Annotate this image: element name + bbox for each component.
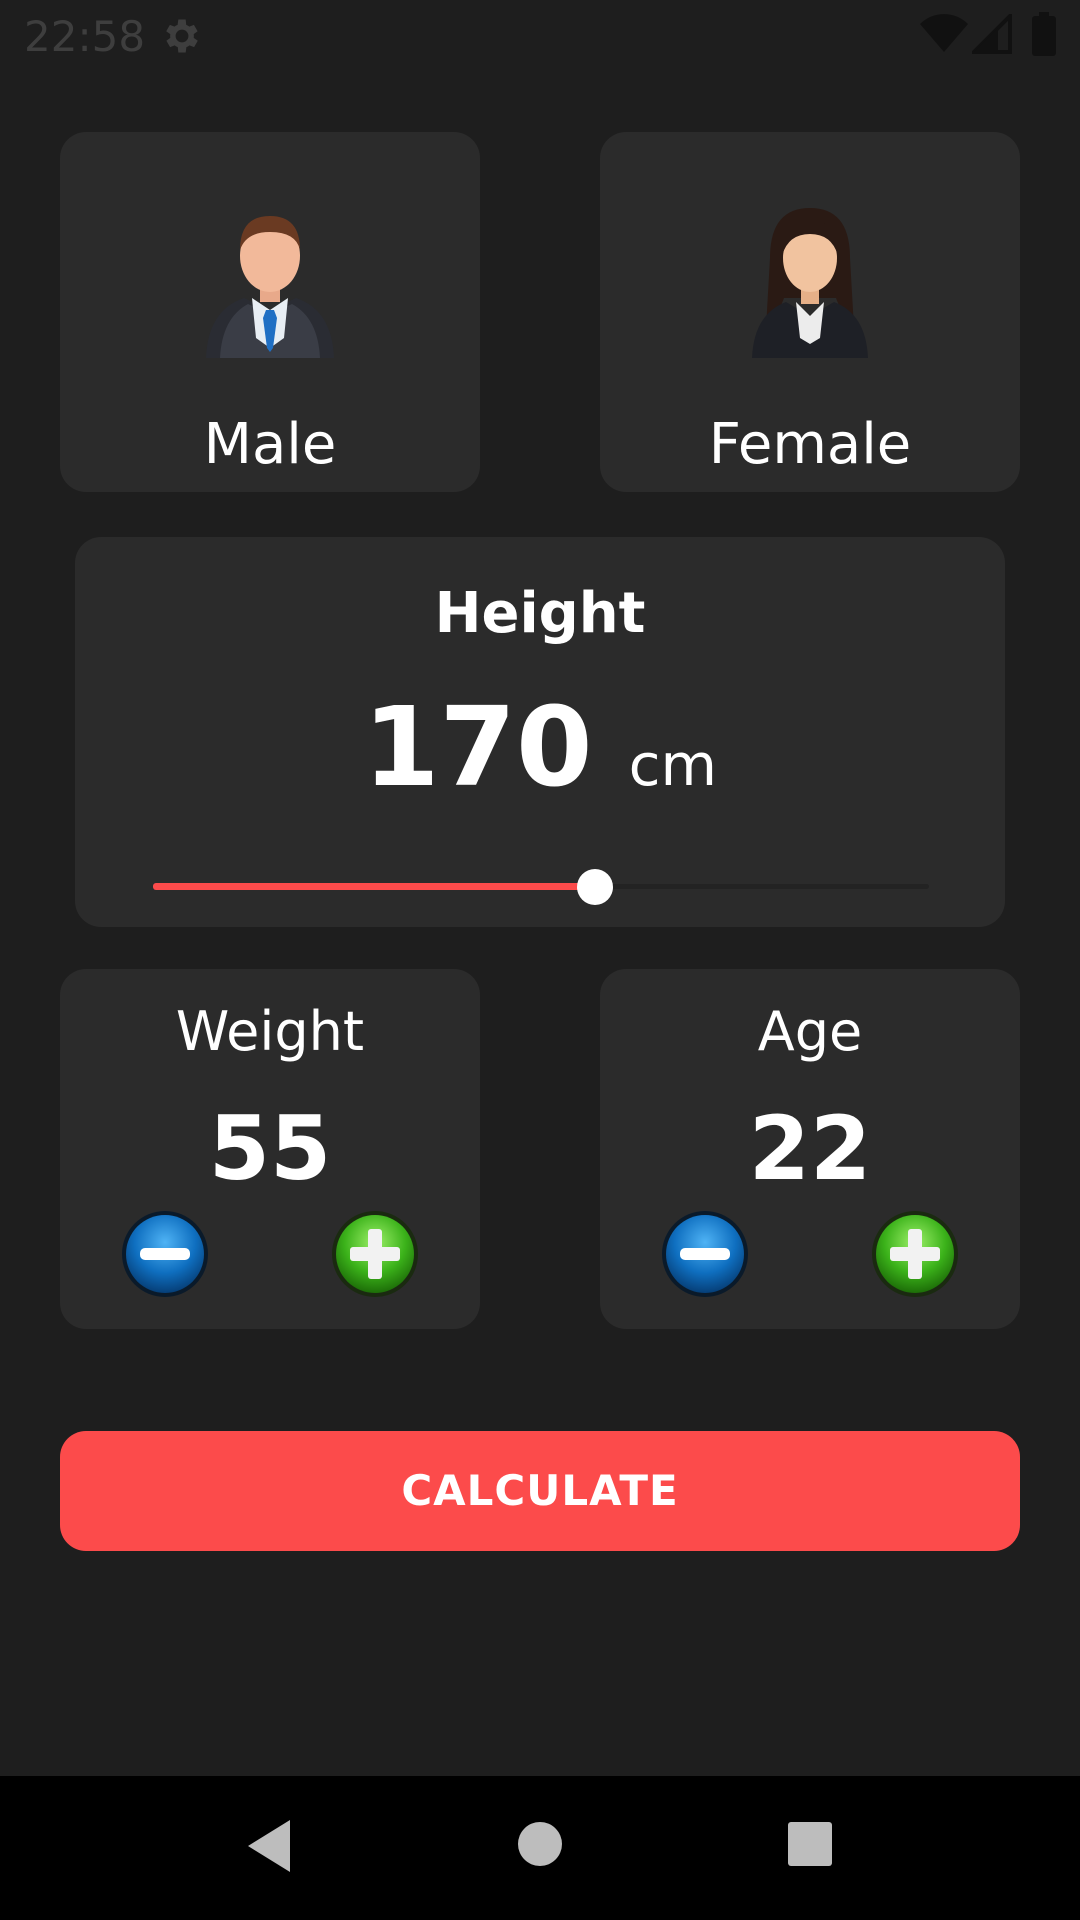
status-time: 22:58	[24, 12, 146, 61]
height-unit: cm	[628, 731, 717, 799]
female-card[interactable]: Female	[600, 132, 1020, 492]
gear-icon	[166, 19, 198, 53]
male-card[interactable]: Male	[60, 132, 480, 492]
weight-decrease-button[interactable]	[120, 1209, 210, 1299]
wifi-icon	[920, 14, 968, 53]
calculate-button[interactable]: CALCULATE	[60, 1431, 1020, 1551]
slider-fill	[153, 883, 595, 890]
bmi-calculator-screen: 22:58 Male Female Height 170 cm Weight 5…	[0, 0, 1080, 1920]
age-increase-button[interactable]	[870, 1209, 960, 1299]
height-card: Height 170 cm	[75, 537, 1005, 927]
navigation-bar	[0, 1776, 1080, 1920]
minus-icon	[122, 1211, 208, 1297]
height-slider[interactable]	[153, 867, 929, 907]
age-card: Age 22	[600, 969, 1020, 1329]
plus-icon	[872, 1211, 958, 1297]
minus-icon	[662, 1211, 748, 1297]
female-label: Female	[708, 412, 912, 477]
weight-value: 55	[208, 1097, 332, 1200]
height-value: 170	[362, 683, 593, 811]
plus-icon	[332, 1211, 418, 1297]
age-value: 22	[748, 1097, 872, 1200]
weight-card: Weight 55	[60, 969, 480, 1329]
height-title: Height	[434, 581, 646, 646]
slider-thumb[interactable]	[577, 869, 613, 905]
female-avatar-icon	[752, 208, 868, 358]
male-label: Male	[203, 412, 337, 477]
male-avatar-icon	[206, 216, 334, 358]
back-icon[interactable]	[244, 1818, 294, 1874]
height-value-row: 170 cm	[75, 687, 1005, 807]
status-bar: 22:58	[0, 0, 1080, 72]
age-decrease-button[interactable]	[660, 1209, 750, 1299]
signal-icon	[972, 14, 1012, 54]
battery-icon	[1032, 12, 1056, 56]
recents-icon[interactable]	[786, 1820, 834, 1868]
age-title: Age	[757, 1000, 863, 1063]
weight-title: Weight	[175, 1000, 365, 1063]
weight-increase-button[interactable]	[330, 1209, 420, 1299]
home-icon[interactable]	[516, 1820, 564, 1868]
